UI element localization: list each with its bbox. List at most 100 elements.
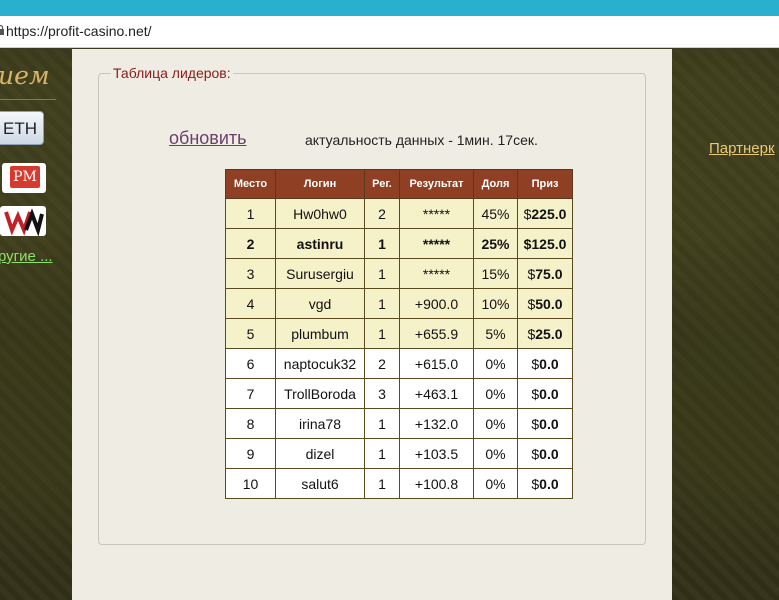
table-row: 7 TrollBoroda 3 +463.1 0% $0.0 <box>225 378 573 409</box>
cell-share: 25% <box>473 228 518 259</box>
cell-login: vgd <box>275 288 365 319</box>
prize-amount: 225.0 <box>531 205 567 222</box>
leaderboard-table: Место Логин Рег. Результат Доля Приз 1 Hw… <box>225 169 573 499</box>
prize-currency: $ <box>531 445 540 462</box>
cell-share: 0% <box>473 438 518 469</box>
prize-amount: 75.0 <box>535 265 563 282</box>
prize-amount: 0.0 <box>539 355 559 372</box>
left-sidebar: ием ЕТН PM ругие ... <box>0 49 72 600</box>
data-freshness: актуальность данных - 1мин. 17сек. <box>305 132 538 148</box>
cell-prize: $0.0 <box>517 408 573 439</box>
prize-currency: $ <box>531 475 540 492</box>
cell-place: 5 <box>225 318 276 349</box>
cell-place: 9 <box>225 438 276 469</box>
cell-login: naptocuk32 <box>275 348 365 379</box>
cell-result: +900.0 <box>399 288 474 319</box>
cell-reg: 1 <box>364 468 400 499</box>
cell-share: 0% <box>473 408 518 439</box>
right-sidebar: Партнерк <box>672 49 779 600</box>
pm-logo: PM <box>10 166 40 188</box>
cell-result: +463.1 <box>399 378 474 409</box>
cell-reg: 1 <box>364 228 400 259</box>
col-result: Результат <box>399 169 474 199</box>
cell-share: 15% <box>473 258 518 289</box>
leaderboard-title: Таблица лидеров: <box>111 65 233 81</box>
cell-login: astinru <box>275 228 365 259</box>
cell-reg: 1 <box>364 408 400 439</box>
cell-reg: 2 <box>364 348 400 379</box>
cell-prize: $50.0 <box>517 288 573 319</box>
cell-place: 10 <box>225 468 276 499</box>
divider <box>0 99 56 100</box>
cell-result: +132.0 <box>399 408 474 439</box>
col-reg: Рег. <box>364 169 400 199</box>
table-header-row: Место Логин Рег. Результат Доля Приз <box>225 169 573 199</box>
cell-reg: 1 <box>364 258 400 289</box>
address-bar[interactable]: https://profit-casino.net/ <box>0 16 779 48</box>
url-text[interactable]: https://profit-casino.net/ <box>6 23 152 39</box>
cell-share: 0% <box>473 468 518 499</box>
refresh-link[interactable]: обновить <box>169 128 247 149</box>
browser-top-bar <box>0 0 779 16</box>
cell-login: plumbum <box>275 318 365 349</box>
prize-amount: 0.0 <box>539 385 559 402</box>
cell-place: 2 <box>225 228 276 259</box>
table-row: 1 Hw0hw0 2 ***** 45% $225.0 <box>225 198 573 229</box>
prize-currency: $ <box>531 355 540 372</box>
cell-result: ***** <box>399 198 474 229</box>
table-row: 3 Surusergiu 1 ***** 15% $75.0 <box>225 258 573 289</box>
cell-prize: $25.0 <box>517 318 573 349</box>
table-row: 10 salut6 1 +100.8 0% $0.0 <box>225 468 573 499</box>
prize-amount: 50.0 <box>535 295 563 312</box>
table-row: 4 vgd 1 +900.0 10% $50.0 <box>225 288 573 319</box>
partner-link[interactable]: Партнерк <box>709 140 775 157</box>
cell-place: 3 <box>225 258 276 289</box>
cell-place: 8 <box>225 408 276 439</box>
perfect-money-icon[interactable]: PM <box>2 163 46 193</box>
col-login: Логин <box>275 169 365 199</box>
cell-place: 1 <box>225 198 276 229</box>
cell-reg: 1 <box>364 318 400 349</box>
table-row: 8 irina78 1 +132.0 0% $0.0 <box>225 408 573 439</box>
main-content: Таблица лидеров: обновить актуальность д… <box>72 49 672 600</box>
wm-logo-icon <box>4 208 44 236</box>
webmoney-icon[interactable] <box>0 206 46 236</box>
lock-icon <box>0 24 4 35</box>
table-row: 9 dizel 1 +103.5 0% $0.0 <box>225 438 573 469</box>
col-prize: Приз <box>517 169 573 199</box>
cell-share: 0% <box>473 378 518 409</box>
col-share: Доля <box>473 169 518 199</box>
cell-prize: $0.0 <box>517 468 573 499</box>
cell-reg: 2 <box>364 198 400 229</box>
cell-prize: $125.0 <box>517 228 573 259</box>
cell-share: 0% <box>473 348 518 379</box>
site-logo-text: ием <box>0 61 50 90</box>
prize-amount: 0.0 <box>539 445 559 462</box>
cell-prize: $225.0 <box>517 198 573 229</box>
cell-login: dizel <box>275 438 365 469</box>
other-link[interactable]: ругие ... <box>0 248 53 265</box>
cell-result: +655.9 <box>399 318 474 349</box>
table-row: 5 plumbum 1 +655.9 5% $25.0 <box>225 318 573 349</box>
cell-reg: 1 <box>364 438 400 469</box>
prize-amount: 0.0 <box>539 415 559 432</box>
leaderboard-panel: Таблица лидеров: обновить актуальность д… <box>98 65 646 545</box>
cell-result: ***** <box>399 258 474 289</box>
cell-place: 6 <box>225 348 276 379</box>
cell-place: 7 <box>225 378 276 409</box>
prize-currency: $ <box>531 415 540 432</box>
cell-share: 45% <box>473 198 518 229</box>
cell-prize: $0.0 <box>517 438 573 469</box>
cell-result: +615.0 <box>399 348 474 379</box>
table-row: 2 astinru 1 ***** 25% $125.0 <box>225 228 573 259</box>
cell-share: 5% <box>473 318 518 349</box>
left-button[interactable]: ЕТН <box>0 111 44 145</box>
cell-prize: $75.0 <box>517 258 573 289</box>
cell-result: +100.8 <box>399 468 474 499</box>
prize-amount: 125.0 <box>531 235 567 252</box>
cell-login: Hw0hw0 <box>275 198 365 229</box>
prize-currency: $ <box>531 385 540 402</box>
table-row: 6 naptocuk32 2 +615.0 0% $0.0 <box>225 348 573 379</box>
cell-place: 4 <box>225 288 276 319</box>
cell-login: irina78 <box>275 408 365 439</box>
